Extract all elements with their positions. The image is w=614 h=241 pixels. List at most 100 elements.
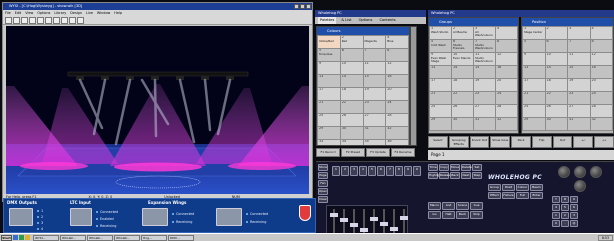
palette-cell[interactable]: 9: [318, 62, 340, 74]
taskbar-task[interactable]: Wholeh...: [87, 234, 113, 241]
console-key[interactable]: Clear: [318, 196, 328, 203]
palette-cell[interactable]: 31: [568, 118, 590, 130]
palette-cell[interactable]: 29: [318, 127, 340, 139]
command-key[interactable]: Out: [552, 136, 573, 148]
palette-cell[interactable]: 29: [523, 118, 545, 130]
console-numpad-key[interactable]: 0: [552, 220, 560, 227]
palette-cell[interactable]: 11: [363, 62, 386, 74]
console-key[interactable]: Halt: [442, 211, 455, 219]
fader-cap[interactable]: [360, 228, 368, 232]
taskbar-task[interactable]: WYSI...: [33, 234, 59, 241]
console-number-key[interactable]: 0: [413, 166, 421, 176]
palette-cell[interactable]: 24: [590, 92, 612, 104]
fkey-record[interactable]: F1 Record: [316, 148, 340, 157]
console-key[interactable]: Fan: [318, 180, 328, 187]
command-key[interactable]: Knock Out: [469, 136, 490, 148]
open-icon[interactable]: [13, 17, 20, 24]
palette-cell[interactable]: 12: [590, 53, 612, 65]
palette-cell[interactable]: 5 Cold Wash: [430, 40, 451, 52]
encoder-wheel[interactable]: [574, 166, 586, 178]
console-number-key[interactable]: 8: [395, 166, 403, 176]
fader[interactable]: [330, 209, 338, 233]
fader-cap[interactable]: [390, 227, 398, 231]
palette-cell[interactable]: 23: [474, 92, 495, 104]
palette-cell[interactable]: 18: [340, 88, 363, 100]
palette-cell[interactable]: 1 Stage Center: [523, 27, 545, 39]
palette-cell[interactable]: 15: [363, 75, 386, 87]
console-number-key[interactable]: 7: [386, 166, 394, 176]
palette-cell[interactable]: 25: [318, 114, 340, 126]
console-key[interactable]: Fixture: [502, 192, 515, 199]
copy-icon[interactable]: [37, 17, 44, 24]
help-icon[interactable]: [61, 17, 68, 24]
console-numpad-key[interactable]: 7: [552, 196, 560, 203]
palette-cell[interactable]: Magenta: [363, 36, 386, 48]
command-key[interactable]: -/+: [594, 136, 614, 148]
palette-cell[interactable]: 13: [318, 75, 340, 87]
console-key[interactable]: Beam: [530, 184, 543, 191]
command-key[interactable]: +/-: [573, 136, 594, 148]
palette-cell[interactable]: 1 Wash Studio: [430, 27, 451, 39]
console-key[interactable]: Set: [472, 164, 482, 171]
new-icon[interactable]: [5, 17, 12, 24]
palette-cell[interactable]: 3 All Washcolours: [474, 27, 495, 39]
palette-cell[interactable]: 6 Studio Fresnels: [452, 40, 473, 52]
console-numpad-key[interactable]: 2: [561, 212, 569, 219]
encoder-wheel[interactable]: [574, 180, 586, 192]
console-key[interactable]: Scene: [456, 202, 469, 210]
palette-cell[interactable]: 7 Studio Washcolours: [474, 40, 495, 52]
console-number-key[interactable]: 9: [404, 166, 412, 176]
palette-cell[interactable]: 14: [452, 66, 473, 78]
console-numpad-key[interactable]: 4: [552, 204, 560, 211]
console-key[interactable]: Full: [516, 192, 529, 199]
paste-icon[interactable]: [45, 17, 52, 24]
palette-cell[interactable]: 8: [386, 49, 408, 61]
fkey-update[interactable]: F3 Update: [366, 148, 390, 157]
palette-cell[interactable]: 15: [568, 66, 590, 78]
palette-cell[interactable]: 23: [568, 92, 590, 104]
palette-cell[interactable]: 24: [386, 101, 408, 113]
palette-cell[interactable]: 2: [545, 27, 567, 39]
palette-cell[interactable]: 24: [496, 92, 517, 104]
console-numpad-key[interactable]: 9: [570, 196, 578, 203]
palette-cell[interactable]: 4 Blue: [386, 36, 408, 48]
palette-cell[interactable]: 18: [452, 79, 473, 91]
palette-cell[interactable]: 30: [452, 118, 473, 130]
fader-cap[interactable]: [340, 218, 348, 222]
palette-cell[interactable]: 17: [430, 79, 451, 91]
palette-cell[interactable]: 14: [340, 75, 363, 87]
fader-cap[interactable]: [380, 222, 388, 226]
palette-cell[interactable]: 21: [430, 92, 451, 104]
console-key[interactable]: Colour: [516, 184, 529, 191]
fader-cap[interactable]: [400, 216, 408, 220]
colours-scrollbar[interactable]: [410, 26, 417, 146]
palette-cell[interactable]: 21: [318, 101, 340, 113]
fader[interactable]: [370, 209, 378, 233]
console-number-key[interactable]: 4: [359, 166, 367, 176]
console-number-key[interactable]: 1: [332, 166, 340, 176]
palette-cell[interactable]: 27: [474, 105, 495, 117]
palette-cell[interactable]: 28: [386, 114, 408, 126]
stage-3d-viewport[interactable]: [6, 26, 309, 194]
palette-cell[interactable]: 7: [568, 40, 590, 52]
palette-cell[interactable]: 5 Turquoise: [318, 49, 340, 61]
palette-cell[interactable]: 20: [590, 79, 612, 91]
render-icon[interactable]: [69, 17, 76, 24]
palette-cell[interactable]: 14: [545, 66, 567, 78]
console-key[interactable]: Enter: [530, 192, 543, 199]
palette-cell[interactable]: 5: [523, 40, 545, 52]
palette-cell[interactable]: 11: [568, 53, 590, 65]
palette-cell[interactable]: 26: [340, 114, 363, 126]
palette-cell[interactable]: 10: [545, 53, 567, 65]
fkey-rename[interactable]: F4 Rename: [391, 148, 415, 157]
command-key[interactable]: Pack: [511, 136, 531, 148]
console-number-key[interactable]: 3: [350, 166, 358, 176]
console-numpad-key[interactable]: 1: [552, 212, 560, 219]
console-key[interactable]: Copy: [439, 164, 449, 171]
tab-options[interactable]: Options: [357, 17, 375, 24]
palette-cell[interactable]: 16: [386, 75, 408, 87]
palette-cell[interactable]: 11 Studio Washcolours: [474, 53, 495, 65]
palette-cell[interactable]: 16: [496, 66, 517, 78]
console-key[interactable]: Release: [439, 172, 452, 179]
print-icon[interactable]: [53, 17, 60, 24]
